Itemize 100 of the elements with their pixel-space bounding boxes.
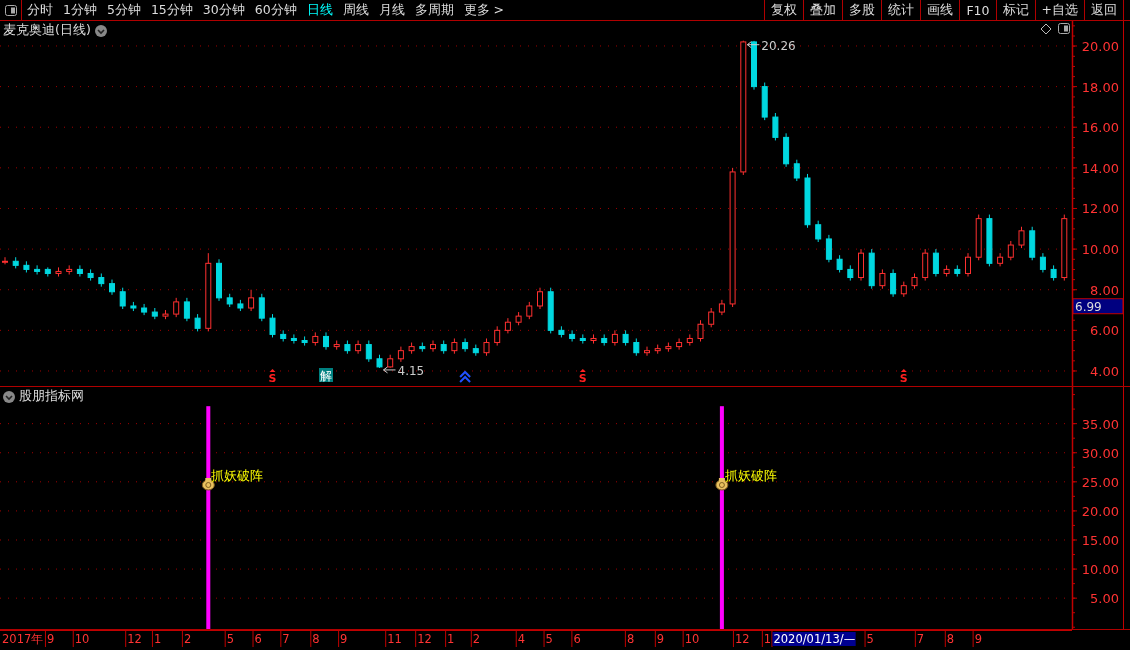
date-label: 7: [282, 632, 290, 646]
candlestick: [793, 159, 800, 182]
date-label: 5: [866, 632, 874, 646]
candlestick: [622, 329, 629, 347]
candlestick: [504, 317, 511, 334]
candlestick: [451, 337, 458, 355]
date-label: 1: [763, 632, 772, 646]
candlestick: [611, 329, 618, 347]
candlestick: [408, 342, 415, 355]
candlestick: [836, 254, 843, 273]
candlestick: [975, 214, 982, 261]
toolbar-button[interactable]: +自选: [1034, 0, 1084, 20]
toolbar-button[interactable]: 标记: [995, 0, 1035, 20]
current-price-label: 6.99: [1072, 298, 1124, 315]
date-label: 4: [517, 632, 526, 646]
period-tab[interactable]: 周线: [337, 0, 374, 20]
date-label: 6: [573, 632, 581, 646]
candlestick: [633, 337, 640, 357]
candlestick: [87, 268, 94, 282]
candlestick: [900, 281, 907, 298]
date-label: 8: [946, 632, 955, 646]
date-label: 12: [127, 632, 142, 646]
annotation: 20.26: [761, 38, 796, 53]
candlestick: [23, 260, 30, 273]
candlestick: [55, 266, 62, 277]
period-tab[interactable]: 分时: [22, 0, 58, 20]
axis-label: 6.00: [1090, 323, 1119, 339]
period-tab[interactable]: 5分钟: [101, 0, 146, 20]
candlestick: [483, 337, 490, 357]
candlestick: [526, 301, 533, 320]
candlestick: [1007, 240, 1014, 261]
period-tab[interactable]: 月线: [373, 0, 410, 20]
candlestick: [665, 342, 672, 353]
date-label: 5: [226, 632, 235, 646]
panel-toggle-icon[interactable]: [4, 4, 17, 16]
candlestick: [932, 248, 939, 277]
axis-label: 35.00: [1081, 416, 1119, 432]
toolbar-button[interactable]: 多股: [842, 0, 882, 20]
candlestick: [644, 346, 650, 357]
toolbar-button[interactable]: 复权: [764, 0, 804, 20]
candlestick: [162, 309, 169, 320]
candlestick: [248, 289, 255, 312]
candlestick: [590, 333, 597, 345]
candlestick: [323, 331, 329, 351]
candlestick: [34, 264, 41, 275]
toolbar-button[interactable]: 画线: [920, 0, 960, 20]
candlestick: [954, 264, 961, 277]
candlestick: [355, 340, 362, 355]
candlestick: [462, 337, 469, 353]
date-label: 8: [626, 632, 635, 646]
candlestick: [194, 313, 201, 332]
toolbar-button[interactable]: 叠加: [803, 0, 843, 20]
toolbar-button[interactable]: F10: [959, 0, 996, 20]
period-tab[interactable]: 日线: [301, 0, 338, 20]
diamond-icon[interactable]: [1040, 23, 1052, 35]
candlestick: [376, 354, 383, 369]
axis-label: 5.00: [1090, 591, 1119, 607]
period-tab[interactable]: 15分钟: [145, 0, 198, 20]
candlestick: [515, 311, 522, 326]
axis-label: 20.00: [1081, 39, 1119, 54]
candlestick: [109, 279, 115, 296]
candlestick: [997, 252, 1004, 267]
candlestick: [965, 252, 971, 277]
candlestick: [76, 264, 83, 277]
candlestick: [44, 266, 51, 277]
date-label: 1: [153, 632, 162, 646]
dropdown-icon[interactable]: [3, 390, 15, 403]
candlestick: [66, 264, 73, 275]
date-label: 9: [656, 632, 665, 646]
candlestick: [237, 299, 244, 312]
candlestick: [761, 82, 768, 121]
candlestick: [858, 248, 864, 282]
candlestick: [879, 268, 886, 290]
toolbar-button[interactable]: 统计: [881, 0, 921, 20]
double-arrow-icon: [459, 370, 472, 383]
period-tab[interactable]: 更多 >: [458, 0, 510, 20]
axis-label: 10.00: [1081, 242, 1119, 258]
signal-label: 抓妖破阵: [211, 468, 264, 483]
candlestick: [547, 287, 554, 334]
candlestick: [258, 293, 265, 322]
candlestick: [783, 132, 790, 168]
candlestick: [2, 256, 8, 265]
candlestick: [151, 307, 158, 320]
candlestick: [1029, 226, 1036, 261]
candlestick: [579, 333, 586, 345]
candlestick: [815, 220, 822, 243]
candlestick: [772, 112, 779, 141]
period-tab[interactable]: 30分钟: [197, 0, 250, 20]
axis-label: 10.00: [1081, 562, 1119, 578]
period-tab[interactable]: 60分钟: [249, 0, 302, 20]
dropdown-icon[interactable]: [94, 24, 107, 37]
candlestick: [943, 264, 950, 277]
date-label: 7: [916, 632, 925, 646]
period-tab[interactable]: 多周期: [409, 0, 459, 20]
panel-toggle-icon[interactable]: [1058, 23, 1070, 34]
candlestick: [654, 344, 661, 355]
date-label: 2: [183, 632, 192, 646]
toolbar-button[interactable]: 返回: [1084, 0, 1124, 20]
candlestick: [718, 299, 725, 316]
period-tab[interactable]: 1分钟: [58, 0, 102, 20]
